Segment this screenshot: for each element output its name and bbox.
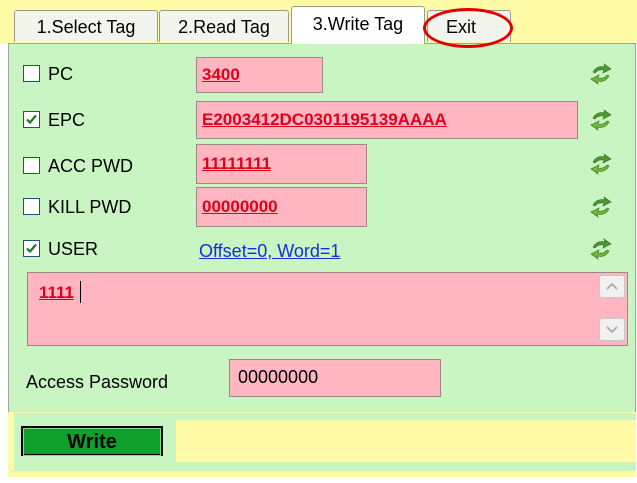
memo-scrollbar[interactable] — [599, 275, 625, 343]
kill-pwd-refresh-icon[interactable] — [588, 194, 614, 220]
refresh-icon — [590, 153, 612, 175]
user-checkbox[interactable] — [23, 240, 40, 257]
access-password-field[interactable]: 00000000 — [229, 359, 441, 397]
refresh-icon — [590, 238, 612, 260]
tab-write-tag[interactable]: 3.Write Tag — [291, 6, 425, 44]
tab-read-tag[interactable]: 2.Read Tag — [159, 10, 289, 42]
access-password-label: Access Password — [26, 372, 169, 392]
epc-checkbox[interactable] — [23, 111, 40, 128]
check-icon — [26, 243, 37, 254]
acc-pwd-field[interactable]: 11111111 — [196, 144, 367, 184]
epc-label: EPC — [48, 110, 86, 130]
acc-pwd-checkbox[interactable] — [23, 157, 40, 174]
offset-word-link[interactable]: Offset=0, Word=1 — [199, 240, 340, 262]
pc-label: PC — [48, 64, 74, 84]
user-data-text: 1111 — [39, 283, 75, 302]
chevron-down-icon — [606, 326, 618, 334]
scroll-up-button[interactable] — [599, 275, 625, 298]
pc-field[interactable]: 3400 — [196, 57, 323, 93]
pc-checkbox[interactable] — [23, 65, 40, 82]
acc-pwd-refresh-icon[interactable] — [588, 151, 614, 177]
chevron-up-icon — [606, 282, 618, 290]
epc-field[interactable]: E2003412DC0301195139AAAA — [196, 101, 578, 139]
tab-exit[interactable]: Exit — [427, 10, 511, 42]
write-button[interactable]: Write — [21, 426, 163, 456]
text-caret — [80, 281, 81, 303]
kill-pwd-checkbox[interactable] — [23, 198, 40, 215]
refresh-icon — [590, 63, 612, 85]
epc-refresh-icon[interactable] — [588, 107, 614, 133]
pc-refresh-icon[interactable] — [588, 61, 614, 87]
check-icon — [26, 114, 37, 125]
kill-pwd-label: KILL PWD — [48, 197, 132, 217]
user-label: USER — [48, 239, 99, 259]
scroll-down-button[interactable] — [599, 318, 625, 341]
refresh-icon — [590, 196, 612, 218]
status-bar — [176, 420, 636, 462]
tab-bar: 1.Select Tag 2.Read Tag 3.Write Tag Exit — [0, 0, 637, 44]
refresh-icon — [590, 109, 612, 131]
write-button-label: Write — [23, 428, 161, 456]
acc-pwd-label: ACC PWD — [48, 156, 133, 176]
user-data-textarea[interactable]: 1111 — [27, 272, 628, 346]
tab-select-tag[interactable]: 1.Select Tag — [14, 10, 158, 42]
kill-pwd-field[interactable]: 00000000 — [196, 187, 367, 227]
user-refresh-icon[interactable] — [588, 236, 614, 262]
